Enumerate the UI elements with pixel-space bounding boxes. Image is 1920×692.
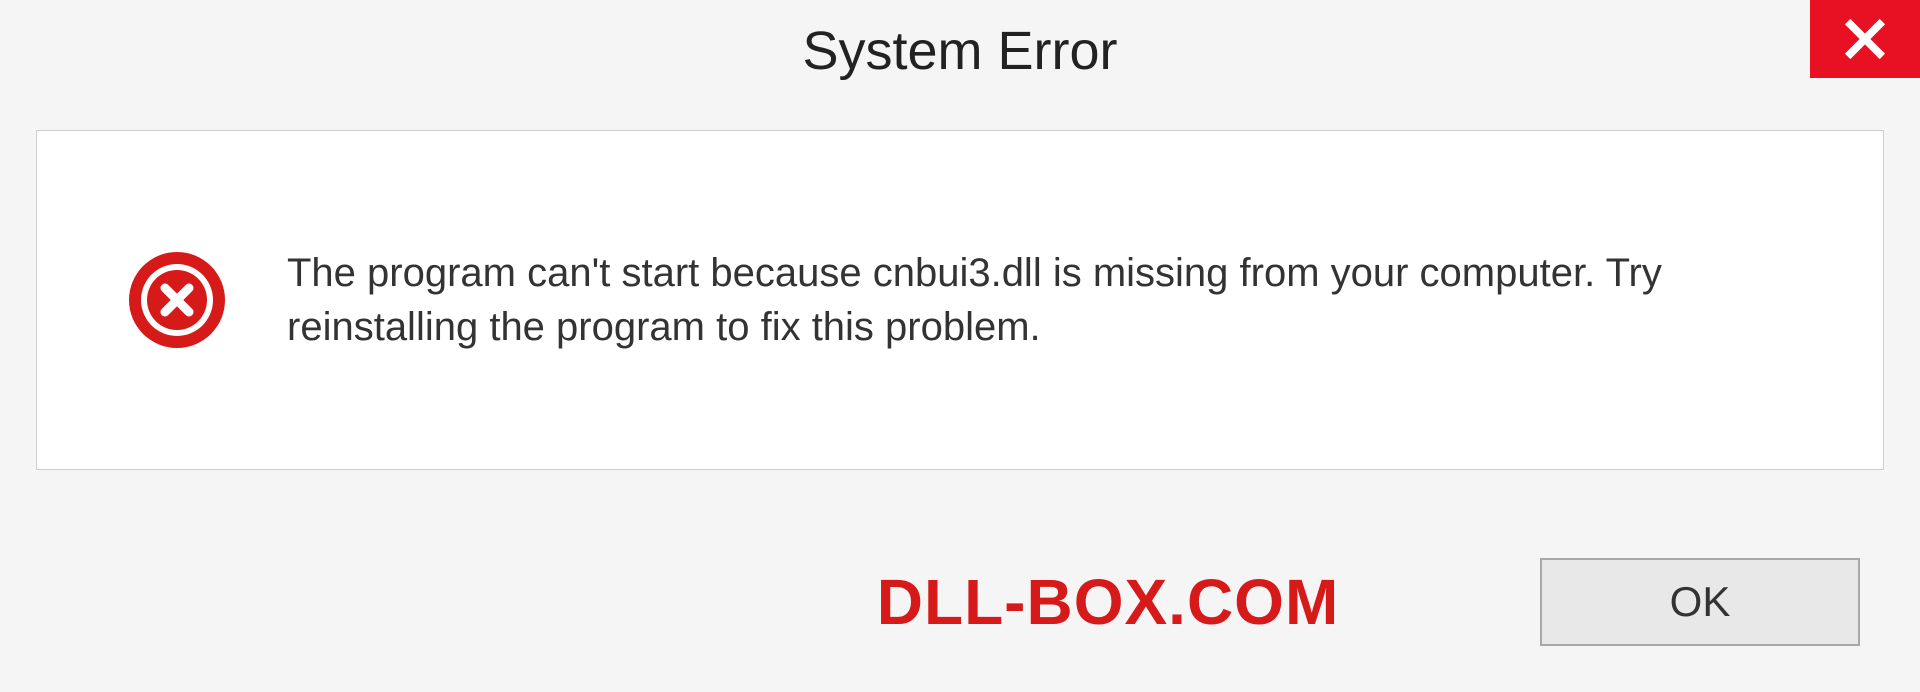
error-message: The program can't start because cnbui3.d… bbox=[287, 246, 1883, 354]
content-panel: The program can't start because cnbui3.d… bbox=[36, 130, 1884, 470]
footer: DLL-BOX.COM OK bbox=[0, 512, 1920, 692]
titlebar: System Error bbox=[0, 0, 1920, 100]
close-icon bbox=[1843, 17, 1887, 61]
watermark-text: DLL-BOX.COM bbox=[877, 565, 1340, 639]
ok-button[interactable]: OK bbox=[1540, 558, 1860, 646]
close-button[interactable] bbox=[1810, 0, 1920, 78]
error-icon bbox=[127, 250, 227, 350]
dialog-title: System Error bbox=[802, 20, 1117, 82]
